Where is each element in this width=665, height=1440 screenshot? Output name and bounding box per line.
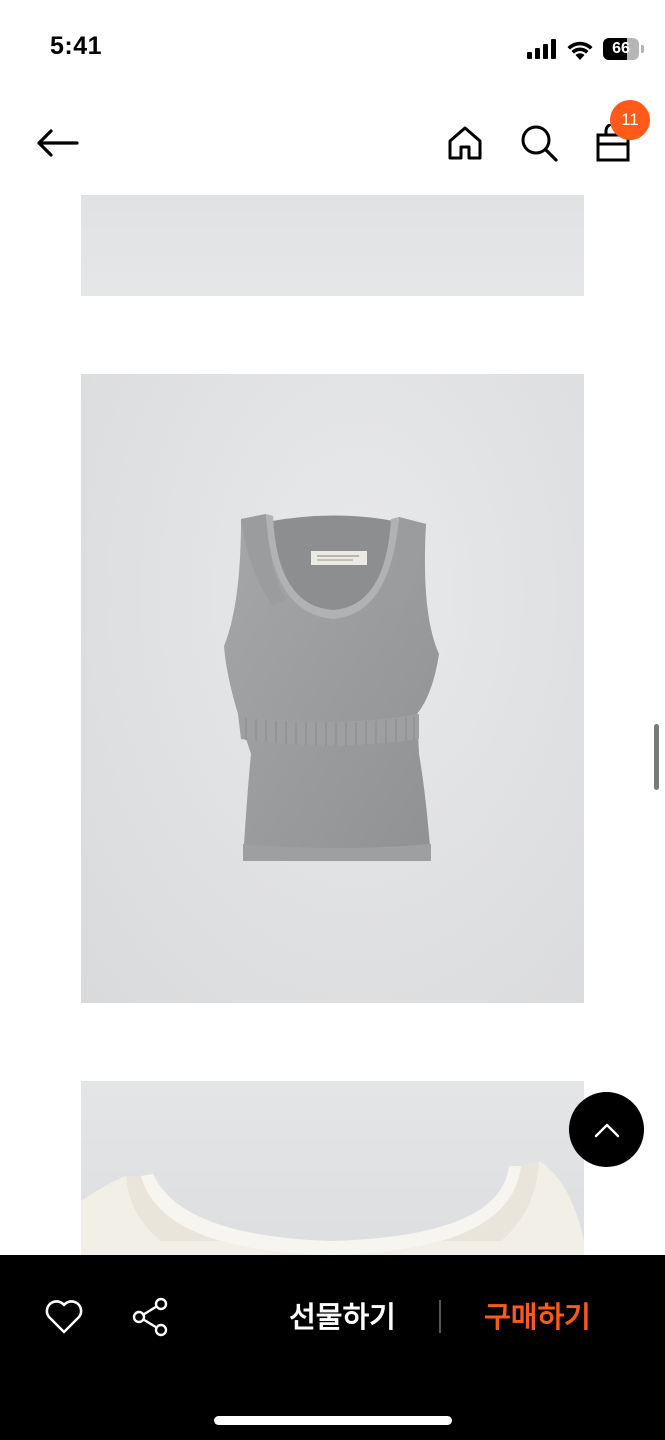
product-detail-image bbox=[81, 195, 584, 296]
home-indicator[interactable] bbox=[214, 1416, 452, 1425]
arrow-left-icon bbox=[37, 129, 79, 157]
home-icon bbox=[448, 126, 482, 160]
chevron-up-icon bbox=[594, 1123, 619, 1137]
status-time: 5:41 bbox=[50, 32, 103, 60]
share-icon bbox=[132, 1297, 168, 1337]
product-photo-ivory-knit-top bbox=[81, 1161, 584, 1255]
product-detail-image bbox=[81, 1081, 584, 1255]
product-photo-gray-knit-top bbox=[224, 514, 439, 861]
search-icon bbox=[521, 125, 558, 162]
gift-button[interactable]: 선물하기 bbox=[275, 1291, 410, 1343]
battery-icon: 66 bbox=[603, 38, 645, 60]
battery-level: 66 bbox=[612, 40, 630, 57]
signal-icon bbox=[527, 39, 556, 59]
scroll-indicator[interactable] bbox=[654, 724, 659, 790]
status-icons: 66 bbox=[527, 36, 645, 62]
divider bbox=[439, 1300, 441, 1333]
status-bar: 5:41 66 bbox=[0, 0, 665, 90]
home-button[interactable] bbox=[442, 120, 488, 166]
header: 11 bbox=[0, 100, 665, 190]
cart-count-badge: 11 bbox=[610, 100, 650, 140]
bottom-action-bar: 선물하기 구매하기 bbox=[0, 1255, 665, 1440]
buy-button[interactable]: 구매하기 bbox=[470, 1291, 605, 1343]
heart-icon bbox=[45, 1300, 83, 1334]
scroll-to-top-button[interactable] bbox=[569, 1092, 644, 1167]
share-button[interactable] bbox=[128, 1295, 172, 1339]
search-button[interactable] bbox=[516, 120, 562, 166]
product-detail-image bbox=[81, 374, 584, 1003]
like-button[interactable] bbox=[42, 1295, 86, 1339]
back-button[interactable] bbox=[32, 120, 82, 166]
wifi-icon bbox=[567, 41, 593, 60]
